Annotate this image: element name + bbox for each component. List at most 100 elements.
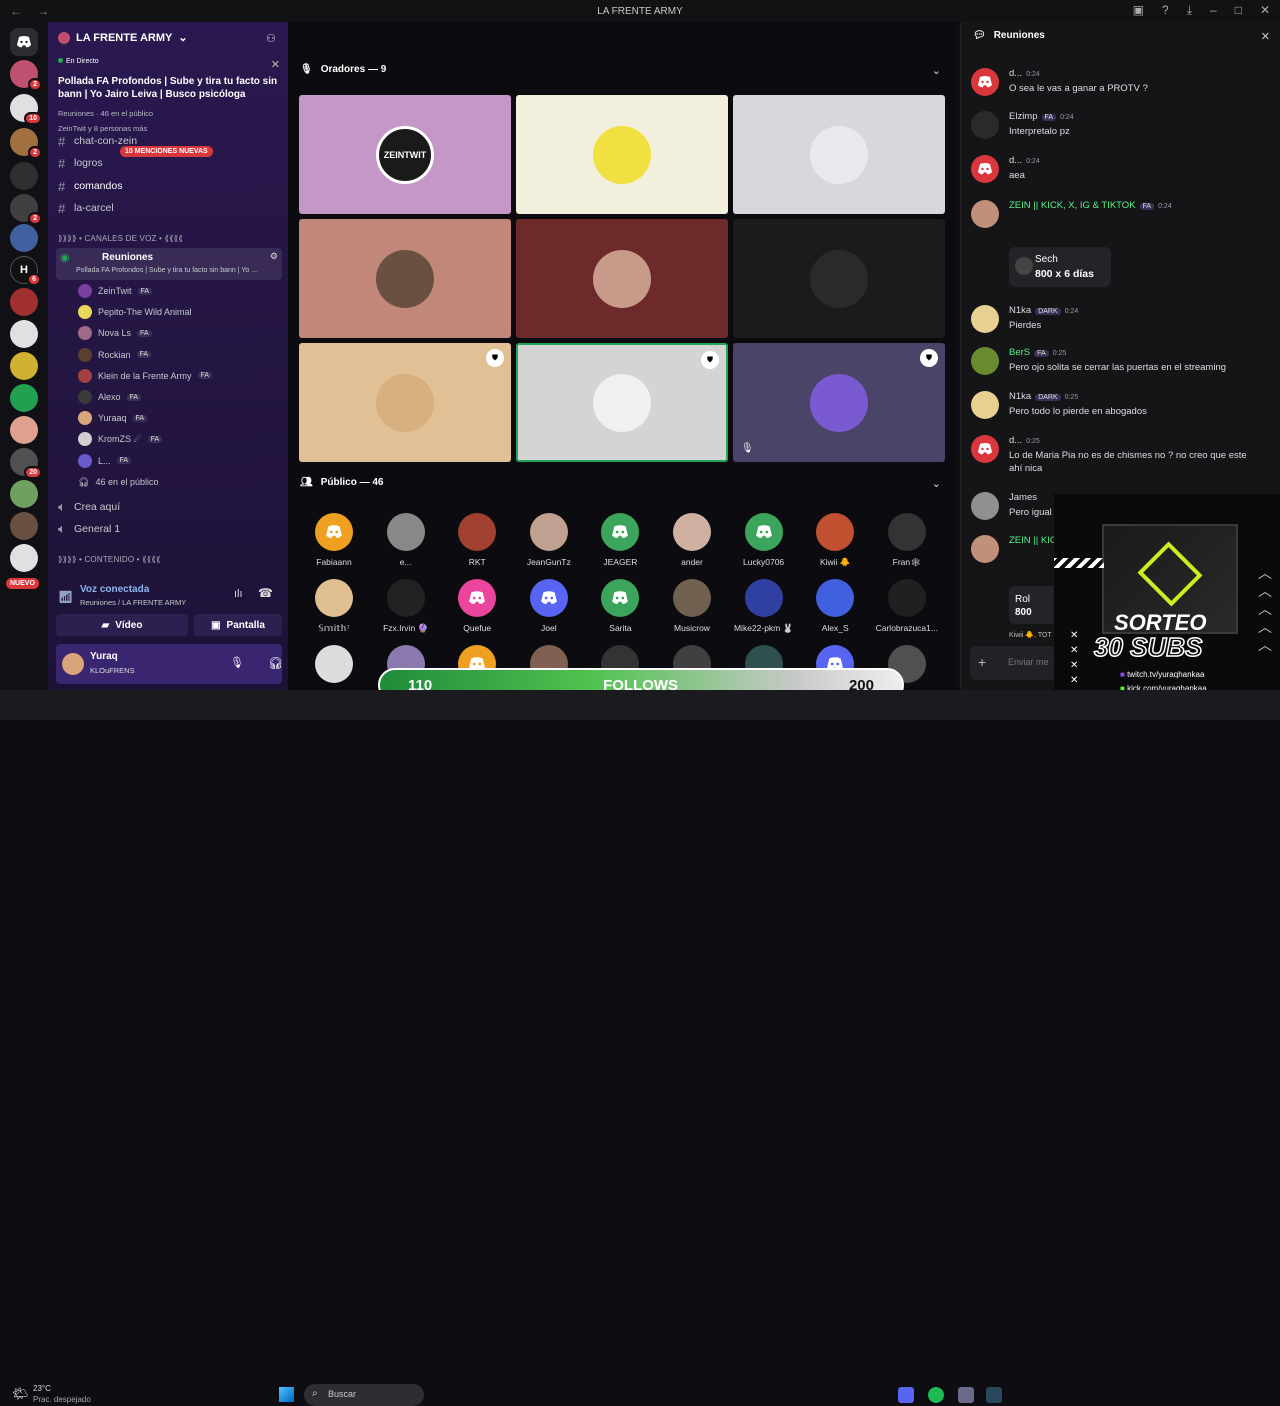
avatar[interactable] <box>971 111 999 139</box>
headphones-icon[interactable]: 🎧︎ <box>268 656 283 670</box>
channel-la-carcel[interactable]: # la-carcel <box>58 198 283 218</box>
message-author[interactable]: ZEIN || KICK, X, IG & TIKTOK FA 0:24 <box>1009 200 1172 211</box>
audience-member[interactable]: Carlobrazuca1... <box>872 579 942 633</box>
server-icon[interactable] <box>10 320 38 348</box>
message-author[interactable]: N1ka DARK 0:24 <box>1009 305 1078 316</box>
avatar[interactable] <box>971 347 999 375</box>
audience-member[interactable]: e... <box>371 513 441 567</box>
message-author[interactable]: James <box>1009 492 1037 503</box>
speaker-tile[interactable]: ⛊ <box>299 343 511 462</box>
category-content[interactable]: ⟫⟫⟫⟫ • CONTENIDO • ⟪⟪⟪⟪ <box>58 555 161 564</box>
audience-member[interactable]: Sarita <box>585 579 655 633</box>
add-member-icon[interactable]: ⚇ <box>266 32 276 45</box>
audience-member[interactable]: Fabiaann <box>299 513 369 567</box>
taskbar-search[interactable]: ⌕ Buscar <box>304 1384 424 1406</box>
server-icon[interactable]: 20 <box>10 448 42 479</box>
speakers-header[interactable]: 🎙︎ Oradores — 9 <box>300 64 386 75</box>
help-icon[interactable]: ? <box>1162 3 1169 18</box>
server-icon[interactable]: H6 <box>10 256 41 286</box>
voice-member[interactable]: L... FA <box>78 451 132 471</box>
avatar[interactable] <box>62 653 84 675</box>
audience-member[interactable]: 𝕊𝕞𝕚𝕥𝕙⁷ <box>299 579 369 634</box>
maximize-icon[interactable]: □ <box>1235 3 1242 18</box>
voice-member[interactable]: KromZS ☄ FA <box>78 429 163 449</box>
channel-logros[interactable]: # logros <box>58 153 283 173</box>
server-icon[interactable] <box>10 162 38 190</box>
close-icon[interactable]: ✕ <box>1260 3 1270 18</box>
spotify-icon[interactable] <box>928 1387 944 1403</box>
voice-member[interactable]: Pepito-The Wild Animal <box>78 302 192 322</box>
speaker-tile[interactable]: ⛊ <box>516 343 728 462</box>
server-header[interactable]: LA FRENTE ARMY ⌄ <box>58 31 188 44</box>
active-voice-channel[interactable]: ◉ Reuniones Pollada FA Profondos | Sube … <box>56 248 282 280</box>
discord-home-icon[interactable] <box>10 28 38 56</box>
server-icon[interactable]: 2 <box>10 128 42 159</box>
discord-avatar-icon[interactable] <box>971 68 999 96</box>
message-author[interactable]: BerS FA 0:25 <box>1009 347 1066 358</box>
screen-share-button[interactable]: ▣ Pantalla <box>194 614 282 636</box>
avatar[interactable] <box>971 535 999 563</box>
server-icon[interactable] <box>10 384 38 412</box>
audience-member[interactable] <box>299 645 369 689</box>
stage-title[interactable]: Pollada FA Profondos | Sube y tira tu fa… <box>58 75 278 101</box>
server-icon[interactable] <box>10 352 38 380</box>
audience-member[interactable]: Musicrow <box>657 579 727 633</box>
server-icon[interactable] <box>10 512 38 540</box>
voice-member[interactable]: ZeinTwit FA <box>78 281 153 301</box>
audience-member[interactable]: ander <box>657 513 727 567</box>
disconnect-icon[interactable]: ☎ <box>258 586 273 600</box>
add-icon[interactable]: + <box>978 654 986 670</box>
message-author[interactable]: Elzimp FA 0:24 <box>1009 111 1074 122</box>
avatar[interactable] <box>971 391 999 419</box>
close-icon[interactable]: ✕ <box>271 58 280 71</box>
server-icon[interactable] <box>10 416 38 444</box>
voice-member[interactable]: Alexo FA <box>78 387 142 407</box>
close-icon[interactable]: ✕ <box>1261 30 1270 43</box>
chevron-down-icon[interactable]: ⌄ <box>932 64 941 77</box>
audience-member[interactable]: Fran🕸 <box>872 513 942 568</box>
audience-member[interactable]: Mike22-pkm 🐰 <box>729 579 799 634</box>
server-icon[interactable] <box>10 544 38 572</box>
audience-member[interactable]: Joel <box>514 579 584 633</box>
speaker-tile[interactable] <box>299 219 511 338</box>
nav-arrows[interactable]: ← → <box>10 4 55 18</box>
speaker-tile[interactable] <box>516 95 728 214</box>
voice-member[interactable]: Yuraaq FA <box>78 408 148 428</box>
message-author[interactable]: d... 0:24 <box>1009 155 1040 166</box>
audience-member[interactable]: JeanGunTz <box>514 513 584 567</box>
discord-avatar-icon[interactable] <box>971 155 999 183</box>
server-icon[interactable] <box>10 480 38 508</box>
message-author[interactable]: d... 0:24 <box>1009 68 1040 79</box>
server-icon[interactable]: 2 <box>10 60 42 91</box>
steam-icon[interactable] <box>986 1387 1002 1403</box>
audience-member[interactable]: Fzx.Irvin 🔮 <box>371 579 441 634</box>
discord-taskbar-icon[interactable] <box>898 1387 914 1403</box>
voice-member[interactable]: Klein de la Frente Army FA <box>78 366 213 386</box>
channel-comandos[interactable]: # comandos <box>58 176 283 196</box>
chevron-down-icon[interactable]: ⌄ <box>932 477 941 490</box>
speaker-tile[interactable]: ZEINTWIT <box>299 95 511 214</box>
speaker-tile[interactable] <box>733 219 945 338</box>
minimize-icon[interactable]: – <box>1210 3 1217 18</box>
voice-member[interactable]: Rockian FA <box>78 345 152 365</box>
server-icon[interactable] <box>10 224 38 252</box>
server-icon[interactable]: 10 <box>10 94 42 125</box>
audience-member[interactable]: Quefue <box>442 579 512 633</box>
download-icon[interactable]: ⤓ <box>1187 3 1192 18</box>
audience-member[interactable]: JEAGER <box>585 513 655 567</box>
message-author[interactable]: N1ka DARK 0:25 <box>1009 391 1078 402</box>
voice-channel-general-1[interactable]: 🔈︎ General 1 <box>58 519 283 539</box>
audience-member[interactable]: Kiwii 🐥 <box>800 513 870 568</box>
server-icon[interactable] <box>10 288 38 316</box>
voice-channel-crea-aqui[interactable]: 🔈︎ Crea aquí <box>58 497 283 517</box>
inbox-icon[interactable]: ▣ <box>1133 3 1144 18</box>
speaker-tile[interactable]: ⛊ 🎙︎ <box>733 343 945 462</box>
audience-member[interactable]: Lucky0706 <box>729 513 799 567</box>
discord-avatar-icon[interactable] <box>971 435 999 463</box>
soundboard-icon[interactable]: ılı <box>234 588 243 600</box>
speaker-tile[interactable] <box>733 95 945 214</box>
microphone-icon[interactable]: 🎙︎ <box>230 656 244 669</box>
windows-start-icon[interactable] <box>279 1387 294 1402</box>
voice-member[interactable]: Nova Ls FA <box>78 323 152 343</box>
video-button[interactable]: ▰ Vídeo <box>56 614 188 636</box>
